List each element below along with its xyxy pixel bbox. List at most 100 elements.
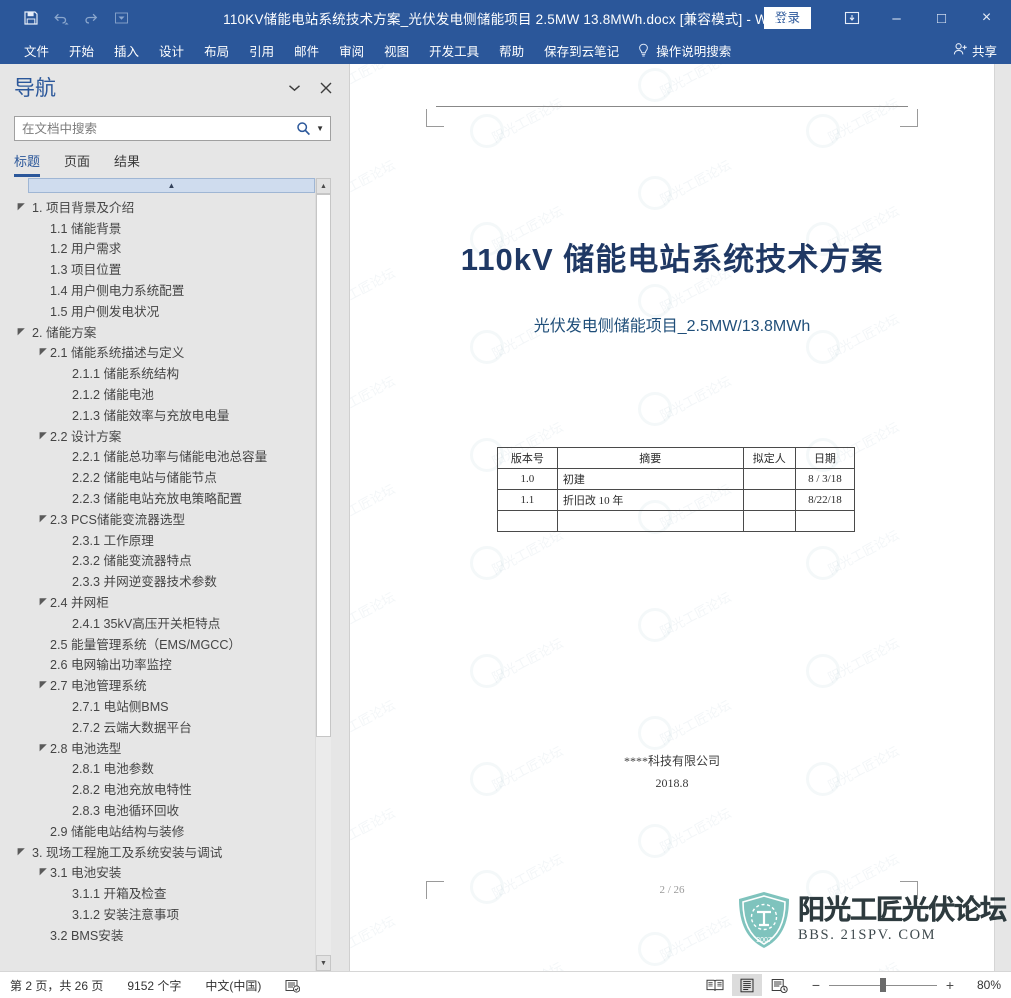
collapse-triangle-icon[interactable] bbox=[14, 327, 28, 336]
read-mode-icon[interactable] bbox=[700, 974, 730, 996]
heading-item[interactable]: 2.8.3 电池循环回收 bbox=[14, 799, 315, 820]
heading-item[interactable]: 2.7.1 电站侧BMS bbox=[14, 695, 315, 716]
heading-item[interactable]: 1. 项目背景及介绍 bbox=[14, 196, 315, 217]
heading-item[interactable]: 2.2.2 储能电站与储能节点 bbox=[14, 466, 315, 487]
heading-item[interactable]: 3. 现场工程施工及系统安装与调试 bbox=[14, 841, 315, 862]
save-icon[interactable] bbox=[18, 6, 44, 30]
search-input[interactable] bbox=[22, 121, 297, 136]
collapse-triangle-icon[interactable] bbox=[14, 202, 28, 211]
navigation-scrollbar[interactable]: ▲ ▼ bbox=[315, 178, 331, 971]
zoom-slider-thumb[interactable] bbox=[880, 978, 886, 992]
collapse-triangle-icon[interactable] bbox=[14, 847, 28, 856]
collapse-triangle-icon[interactable] bbox=[36, 431, 50, 440]
pane-options-chevron-down-icon[interactable] bbox=[283, 78, 305, 98]
scroll-up-arrow-icon[interactable]: ▲ bbox=[316, 178, 331, 194]
heading-item[interactable]: 3.1.2 安装注意事项 bbox=[14, 903, 315, 924]
ribbon-tab-layout[interactable]: 布局 bbox=[194, 36, 239, 64]
web-layout-icon[interactable] bbox=[764, 974, 794, 996]
ribbon-tab-file[interactable]: 文件 bbox=[14, 36, 59, 64]
collapse-triangle-icon[interactable] bbox=[36, 347, 50, 356]
heading-item[interactable]: 2.6 电网输出功率监控 bbox=[14, 654, 315, 675]
heading-item[interactable]: 2.3.2 储能变流器特点 bbox=[14, 550, 315, 571]
navigation-search-box[interactable]: ▼ bbox=[14, 116, 331, 141]
collapse-triangle-icon[interactable] bbox=[36, 514, 50, 523]
heading-item[interactable]: 2.8.1 电池参数 bbox=[14, 758, 315, 779]
maximize-button[interactable]: □ bbox=[919, 0, 964, 36]
heading-item[interactable]: 2.2.1 储能总功率与储能电池总容量 bbox=[14, 446, 315, 467]
ribbon-tab-view[interactable]: 视图 bbox=[374, 36, 419, 64]
tell-me-search[interactable]: 操作说明搜索 bbox=[629, 41, 731, 60]
ribbon-tab-mailings[interactable]: 邮件 bbox=[284, 36, 329, 64]
heading-item[interactable]: 2.2 设计方案 bbox=[14, 425, 315, 446]
heading-item[interactable]: 1.3 项目位置 bbox=[14, 258, 315, 279]
ribbon-tab-developer[interactable]: 开发工具 bbox=[419, 36, 489, 64]
heading-item[interactable]: 2.3 PCS储能变流器选型 bbox=[14, 508, 315, 529]
heading-item[interactable]: 1.4 用户侧电力系统配置 bbox=[14, 279, 315, 300]
heading-item[interactable]: 2.5 能量管理系统（EMS/MGCC） bbox=[14, 633, 315, 654]
heading-item[interactable]: 2.1 储能系统描述与定义 bbox=[14, 342, 315, 363]
close-pane-icon[interactable] bbox=[315, 78, 337, 98]
zoom-level-label[interactable]: 80% bbox=[963, 978, 1001, 992]
heading-item[interactable]: 1.5 用户侧发电状况 bbox=[14, 300, 315, 321]
search-options-chevron-down-icon[interactable]: ▼ bbox=[311, 124, 326, 133]
ribbon-tab-insert[interactable]: 插入 bbox=[104, 36, 149, 64]
undo-icon[interactable] bbox=[48, 6, 74, 30]
heading-item[interactable]: 2.9 储能电站结构与装修 bbox=[14, 820, 315, 841]
minimize-button[interactable]: – bbox=[874, 0, 919, 36]
heading-item[interactable]: 2.1.1 储能系统结构 bbox=[14, 362, 315, 383]
heading-item[interactable]: 2.3.3 并网逆变器技术参数 bbox=[14, 570, 315, 591]
heading-item[interactable]: 2.8.2 电池充放电特性 bbox=[14, 778, 315, 799]
share-button[interactable]: 共享 bbox=[953, 41, 997, 60]
collapse-triangle-icon[interactable] bbox=[36, 680, 50, 689]
navigation-tree[interactable]: ▲ 1. 项目背景及介绍 1.1 储能背景 1.2 用户需求 1.3 项目位置 1.4 … bbox=[14, 178, 315, 971]
scrollbar-thumb[interactable] bbox=[316, 194, 331, 737]
tab-pages[interactable]: 页面 bbox=[64, 151, 90, 177]
ribbon-tab-help[interactable]: 帮助 bbox=[489, 36, 534, 64]
proofing-errors-icon[interactable] bbox=[285, 978, 301, 993]
close-button[interactable]: × bbox=[964, 0, 1009, 36]
search-icon[interactable] bbox=[296, 121, 311, 136]
scroll-down-arrow-icon[interactable]: ▼ bbox=[316, 955, 331, 971]
status-word-count[interactable]: 9152 个字 bbox=[127, 977, 181, 994]
heading-item[interactable]: 2.2.3 储能电站充放电策略配置 bbox=[14, 487, 315, 508]
heading-item[interactable]: 2. 储能方案 bbox=[14, 321, 315, 342]
status-language[interactable]: 中文(中国) bbox=[205, 977, 261, 994]
heading-item[interactable]: 2.1.3 储能效率与充放电电量 bbox=[14, 404, 315, 425]
document-page[interactable]: 阳光工匠论坛 阳光工匠论坛 阳光工匠论坛 阳光工匠论坛 阳光工匠论坛 阳光工匠论坛 阳光工匠… bbox=[350, 64, 994, 971]
heading-item[interactable]: 3.1 电池安装 bbox=[14, 862, 315, 883]
zoom-in-button[interactable]: + bbox=[944, 977, 956, 993]
heading-item[interactable]: 2.7 电池管理系统 bbox=[14, 674, 315, 695]
collapse-triangle-icon[interactable] bbox=[36, 597, 50, 606]
ribbon-tab-references[interactable]: 引用 bbox=[239, 36, 284, 64]
redo-icon[interactable] bbox=[78, 6, 104, 30]
zoom-out-button[interactable]: − bbox=[810, 977, 822, 993]
scrollbar-track[interactable] bbox=[316, 194, 331, 955]
collapse-triangle-icon[interactable] bbox=[36, 743, 50, 752]
heading-item[interactable]: 2.4.1 35kV高压开关柜特点 bbox=[14, 612, 315, 633]
ribbon-tab-save-to-cloud-note[interactable]: 保存到云笔记 bbox=[534, 36, 629, 64]
tree-scroll-up-indicator[interactable]: ▲ bbox=[28, 178, 315, 193]
heading-item[interactable]: 3.1.1 开箱及检查 bbox=[14, 882, 315, 903]
ribbon-display-options-icon[interactable] bbox=[829, 0, 874, 36]
customize-qat-icon[interactable] bbox=[108, 6, 134, 30]
heading-item[interactable]: 3.2 BMS安装 bbox=[14, 924, 315, 945]
ribbon-tab-design[interactable]: 设计 bbox=[149, 36, 194, 64]
heading-item[interactable]: 1.1 储能背景 bbox=[14, 217, 315, 238]
heading-item[interactable]: 2.3.1 工作原理 bbox=[14, 529, 315, 550]
status-page-info[interactable]: 第 2 页，共 26 页 bbox=[10, 977, 103, 994]
ribbon-tab-home[interactable]: 开始 bbox=[59, 36, 104, 64]
ribbon-tab-review[interactable]: 审阅 bbox=[329, 36, 374, 64]
heading-item[interactable]: 1.2 用户需求 bbox=[14, 238, 315, 259]
tab-results[interactable]: 结果 bbox=[114, 151, 140, 177]
heading-item[interactable]: 2.4 并网柜 bbox=[14, 591, 315, 612]
zoom-slider[interactable] bbox=[829, 978, 937, 992]
heading-item[interactable]: 2.1.2 储能电池 bbox=[14, 383, 315, 404]
heading-label: 2.8.1 电池参数 bbox=[72, 762, 154, 777]
heading-item[interactable]: 2.8 电池选型 bbox=[14, 737, 315, 758]
print-layout-icon[interactable] bbox=[732, 974, 762, 996]
collapse-triangle-icon[interactable] bbox=[36, 867, 50, 876]
sign-in-button[interactable]: 登录 bbox=[763, 6, 811, 30]
tab-headings[interactable]: 标题 bbox=[14, 151, 41, 177]
document-scrollbar[interactable] bbox=[994, 64, 1011, 971]
heading-item[interactable]: 2.7.2 云端大数据平台 bbox=[14, 716, 315, 737]
